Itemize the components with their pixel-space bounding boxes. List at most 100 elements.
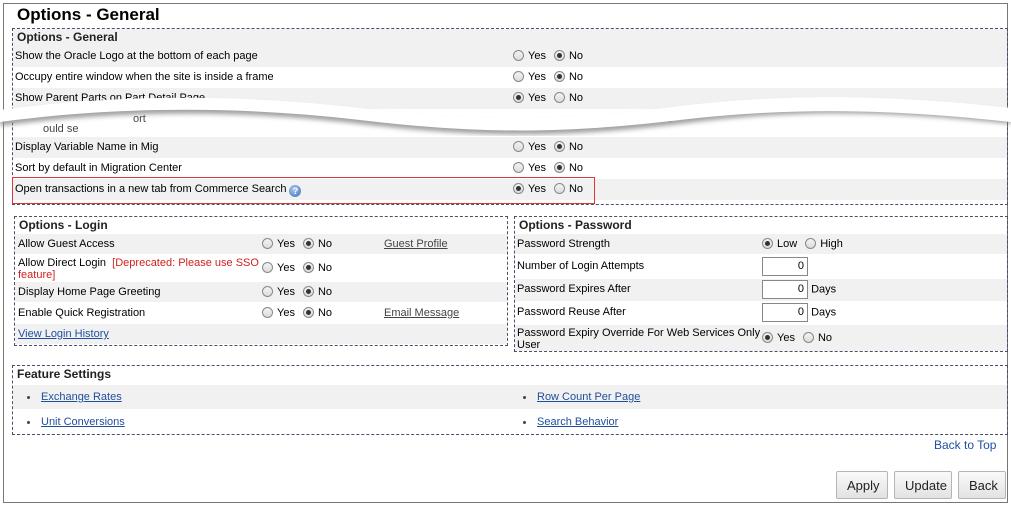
exchange-rates-link[interactable]: Exchange Rates: [41, 391, 122, 403]
radio-group-direct: Yes No: [262, 262, 332, 274]
password-row-reuse: Password Reuse After 0 Days: [515, 302, 1007, 324]
password-reuse-unit: Days: [811, 306, 837, 319]
radio-yes-label: Yes: [528, 71, 546, 83]
radio-yes[interactable]: [513, 141, 524, 152]
radio-group-quick-reg: Yes No: [262, 307, 332, 319]
bullet: [523, 421, 526, 424]
password-section: Options - Password Password Strength Low…: [514, 216, 1008, 352]
radio-yes[interactable]: [262, 262, 273, 273]
radio-high[interactable]: [805, 238, 817, 249]
password-header: Options - Password: [515, 217, 1007, 234]
radio-no[interactable]: [553, 141, 565, 152]
torn-edge: [0, 97, 1011, 135]
password-row-expires: Password Expires After 0 Days: [515, 279, 1007, 301]
password-row-strength: Password Strength Low High: [515, 234, 1007, 254]
login-row-label: Enable Quick Registration: [18, 307, 146, 319]
radio-group-guest: Yes No: [262, 238, 332, 250]
radio-no[interactable]: [302, 286, 314, 297]
email-message-link[interactable]: Email Message: [384, 307, 459, 319]
radio-yes[interactable]: [762, 332, 773, 343]
password-expires-label: Password Expires After: [517, 283, 631, 295]
radio-low-label: Low: [777, 238, 798, 250]
general-row-sort: Sort by default in Migration Center Yes N…: [13, 158, 1007, 179]
radio-no[interactable]: [553, 71, 565, 82]
radio-no-label: No: [317, 286, 333, 298]
radio-yes-label: Yes: [777, 332, 795, 344]
login-row-history: View Login History: [15, 324, 507, 344]
feature-row-2: Unit Conversions Search Behavior: [13, 410, 1007, 434]
radio-no[interactable]: [302, 262, 314, 273]
radio-group-sort: Yes No: [513, 162, 583, 174]
radio-group-strength: Low High: [762, 238, 843, 250]
radio-no-label: No: [568, 141, 584, 153]
radio-low[interactable]: [762, 238, 773, 249]
radio-no[interactable]: [553, 162, 565, 173]
back-to-top-link[interactable]: Back to Top: [934, 438, 996, 452]
login-row-greeting: Display Home Page Greeting Yes No: [15, 282, 507, 302]
bullet: [523, 396, 526, 399]
unit-conversions-link[interactable]: Unit Conversions: [41, 416, 125, 428]
radio-no-label: No: [317, 262, 333, 274]
login-row-label: Display Home Page Greeting: [18, 286, 161, 298]
back-button[interactable]: Back: [958, 471, 1006, 499]
radio-yes[interactable]: [262, 286, 273, 297]
login-section: Options - Login Allow Guest Access Yes No…: [14, 216, 508, 346]
radio-yes-label: Yes: [277, 286, 295, 298]
radio-group-variable-name: Yes No: [513, 141, 583, 153]
radio-no[interactable]: [802, 332, 814, 343]
highlight-box: [12, 177, 595, 204]
radio-no-label: No: [817, 332, 833, 344]
search-behavior-link[interactable]: Search Behavior: [537, 416, 618, 428]
password-expires-input[interactable]: 0: [762, 280, 808, 299]
radio-no-label: No: [317, 238, 333, 250]
radio-yes[interactable]: [513, 50, 524, 61]
radio-group-expiry-override: Yes No: [762, 332, 832, 344]
expiry-override-label: Password Expiry Override For Web Service…: [517, 327, 761, 339]
apply-button[interactable]: Apply: [836, 471, 888, 499]
general-row-label: Show the Oracle Logo at the bottom of ea…: [15, 50, 258, 62]
general-row-label: Display Variable Name in Mig: [15, 141, 159, 153]
login-row-label: Allow Guest Access: [18, 238, 115, 250]
radio-yes-label: Yes: [528, 141, 546, 153]
update-button[interactable]: Update: [894, 471, 952, 499]
row-count-per-page-link[interactable]: Row Count Per Page: [537, 391, 640, 403]
radio-high-label: High: [820, 238, 843, 250]
radio-no-label: No: [568, 50, 584, 62]
radio-group-frame: Yes No: [513, 71, 583, 83]
password-row-expiry-override: Password Expiry Override For Web Service…: [515, 325, 1007, 351]
deprecated-note: [Deprecated: Please use SSO: [112, 257, 259, 269]
feature-settings-header: Feature Settings: [13, 366, 1007, 383]
password-reuse-input[interactable]: 0: [762, 303, 808, 322]
radio-yes-label: Yes: [277, 307, 295, 319]
guest-profile-link[interactable]: Guest Profile: [384, 238, 448, 250]
general-row-label: Occupy entire window when the site is in…: [15, 71, 274, 83]
radio-yes-label: Yes: [528, 162, 546, 174]
login-attempts-label: Number of Login Attempts: [517, 260, 645, 272]
radio-no[interactable]: [302, 307, 314, 318]
login-attempts-input[interactable]: 0: [762, 257, 808, 276]
radio-no[interactable]: [302, 238, 314, 249]
view-login-history-link[interactable]: View Login History: [18, 328, 109, 340]
login-row-label: Allow Direct Login: [18, 257, 107, 269]
password-expires-unit: Days: [811, 283, 837, 296]
password-strength-label: Password Strength: [517, 238, 610, 250]
radio-yes-label: Yes: [528, 50, 546, 62]
deprecated-note-cont: feature]: [18, 269, 56, 281]
radio-yes[interactable]: [262, 307, 273, 318]
login-row-guest: Allow Guest Access Yes No Guest Profile: [15, 234, 507, 254]
radio-yes[interactable]: [513, 162, 524, 173]
general-row-logo: Show the Oracle Logo at the bottom of ea…: [13, 46, 1007, 67]
login-row-direct: Allow Direct Login [Deprecated: Please u…: [15, 254, 507, 282]
radio-yes[interactable]: [513, 71, 524, 82]
login-header: Options - Login: [15, 217, 507, 234]
radio-yes[interactable]: [262, 238, 273, 249]
page-title: Options - General: [17, 5, 160, 24]
radio-no[interactable]: [553, 50, 565, 61]
general-row-label: Sort by default in Migration Center: [15, 162, 182, 174]
login-row-label-wrap: Allow Direct Login [Deprecated: Please u…: [18, 257, 259, 269]
radio-yes-label: Yes: [277, 238, 295, 250]
feature-settings-section: Feature Settings Exchange Rates Row Coun…: [12, 365, 1008, 435]
general-header: Options - General: [13, 29, 1007, 46]
radio-no-label: No: [568, 162, 584, 174]
password-reuse-label: Password Reuse After: [517, 306, 626, 318]
